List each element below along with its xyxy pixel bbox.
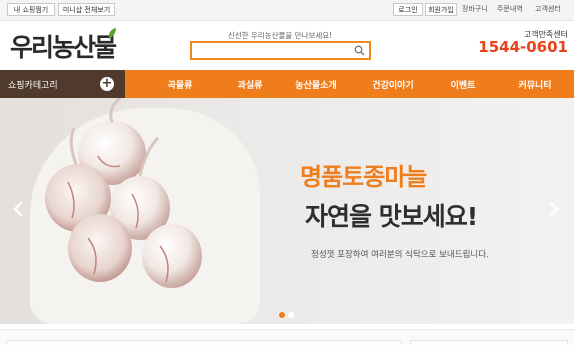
banner-subtitle: 정성껏 포장하여 여러분의 식탁으로 보내드립니다. [311,250,489,260]
mini-shop-button[interactable]: 미니샵 전체보기 [58,3,115,16]
bottom-content-panel-left [6,340,402,344]
join-button[interactable]: 회원가입 [425,3,457,16]
slide-dot-2[interactable] [288,312,294,318]
top-utility-bar: 내 쇼핑찜기 미니샵 전체보기 로그인 회원가입 장바구니 주문내역 고객센터 [0,0,574,21]
nav-item-grains[interactable]: 곡물류 [145,78,215,91]
search-input[interactable] [192,48,346,63]
nav-item-health-stories[interactable]: 건강이야기 [358,78,428,91]
slide-dot-1[interactable] [279,312,285,318]
main-navigation: 쇼핑카테고리 + 곡물류 과실류 농산물소개 건강이야기 이벤트 커뮤니티 [0,70,574,98]
banner-headline-2: 자연을 맛보세요! [305,202,478,231]
nav-item-community[interactable]: 커뮤니티 [500,78,570,91]
plus-icon[interactable]: + [100,77,114,91]
cart-link[interactable]: 장바구니 [462,3,488,16]
main-banner[interactable]: 명품토종마늘 자연을 맛보세요! 정성껏 포장하여 여러분의 식탁으로 보내드립… [0,98,574,324]
banner-headline-1: 명품토종마늘 [300,163,427,191]
service-link[interactable]: 고객센터 [535,3,561,16]
leaf-icon [108,28,116,39]
previous-slide-arrow-icon[interactable] [12,200,24,218]
shopping-category-button[interactable]: 쇼핑카테고리 + [0,70,125,98]
next-slide-arrow-icon[interactable] [548,200,560,218]
search-slogan: 신선한 우리농산물을 만나보세요! [227,31,333,40]
shopping-category-label: 쇼핑카테고리 [8,81,58,91]
login-button[interactable]: 로그인 [393,3,423,16]
garlic-image [45,98,202,288]
nav-item-fruits[interactable]: 과실류 [215,78,285,91]
order-link[interactable]: 주문내역 [497,3,523,16]
bookmark-button[interactable]: 내 쇼핑찜기 [7,3,55,16]
slide-indicators [279,312,299,318]
site-logo[interactable]: 우리농산물 [10,28,117,64]
bottom-content-panel-right [410,340,568,344]
nav-item-produce-intro[interactable]: 농산물소개 [281,78,351,91]
nav-item-events[interactable]: 이벤트 [428,78,498,91]
search-icon[interactable] [354,45,365,56]
search-box[interactable] [190,41,371,63]
cs-phone-number: 1544-0601 [478,38,568,56]
